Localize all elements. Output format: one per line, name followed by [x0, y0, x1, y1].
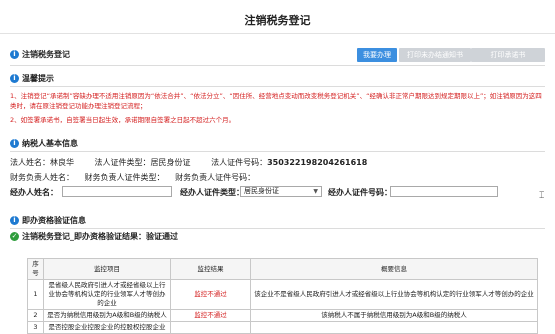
column-header: 概要信息: [250, 258, 538, 280]
summary-info: 该纳税人不属于纳税信用级别为A级和B级的纳税人: [250, 309, 538, 322]
check-circle-icon: ✓: [10, 232, 19, 241]
agent-name-label: 经办人姓名：: [10, 188, 58, 197]
monitor-result: [170, 321, 251, 334]
finance-id-no: 财务负责人证件号码：: [175, 173, 256, 182]
monitor-item: 是省级人民政府引进人才或经省级以上行业协会等机构认定的行业领军人才等创办的企业: [43, 279, 171, 310]
finance-name: 财务负责人姓名：: [10, 173, 74, 182]
column-header: 监控项目: [43, 258, 171, 280]
print-notice-button[interactable]: 打印未办结通知书: [399, 48, 471, 62]
legal-id-type: 法人证件类型：居民身份证: [94, 158, 191, 167]
column-header: 监控结果: [170, 258, 251, 280]
info-icon: i: [10, 139, 19, 148]
row-number: 3: [27, 321, 44, 334]
info-icon: i: [10, 74, 19, 83]
agent-id-type-value: 居民身份证: [244, 187, 279, 195]
verification-table: 序号 监控项目 监控结果 概要信息 1 是省级人民政府引进人才或经省级以上行业协…: [27, 258, 538, 334]
section-title: 即办资格验证信息: [22, 216, 86, 225]
table-row: 2 是否为纳税信用级别为A级和B级的纳税人 监控不通过 该纳税人不属于纳税信用级…: [27, 309, 538, 322]
legal-info-row: 法人姓名：林良华 法人证件类型：居民身份证 法人证件号码：35032219820…: [10, 157, 385, 168]
section-header-taxpayer: i 纳税人基本信息: [10, 138, 78, 149]
finance-id-type: 财务负责人证件类型：: [84, 173, 165, 182]
divider: [10, 151, 545, 152]
section-header-deregistration: i 注销税务登记: [10, 49, 70, 60]
section-header-verification: i 即办资格验证信息: [10, 215, 86, 226]
table-row: 1 是省级人民政府引进人才或经省级以上行业协会等机构认定的行业领军人才等创办的企…: [27, 279, 538, 310]
summary-info: 该企业不是省级人民政府引进人才或经省级以上行业协会等机构认定的行业领军人才等创办…: [250, 279, 538, 310]
info-icon: i: [10, 50, 19, 59]
section-header-tips: i 温馨提示: [10, 73, 54, 84]
table-header-row: 序号 监控项目 监控结果 概要信息: [27, 258, 538, 280]
table-row: 3 是否控股企业控股企业的控股权控股企业: [27, 321, 538, 334]
cursor-icon: ⌶: [539, 191, 545, 201]
chevron-down-icon: ▼: [313, 188, 318, 195]
row-number: 2: [27, 309, 44, 322]
monitor-result: 监控不通过: [170, 279, 251, 310]
info-icon: i: [10, 216, 19, 225]
monitor-result: 监控不通过: [170, 309, 251, 322]
agent-id-no-input[interactable]: [390, 186, 498, 197]
summary-info: [250, 321, 538, 334]
apply-button[interactable]: 我要办理: [357, 48, 397, 62]
agent-id-no-label: 经办人证件号码：: [328, 188, 392, 197]
page-title: 注销税务登记: [244, 14, 311, 27]
monitor-item: 是否控股企业控股企业的控股权控股企业: [43, 321, 171, 334]
column-header: 序号: [27, 258, 44, 280]
section-title: 注销税务登记: [22, 50, 70, 59]
verification-result: ✓ 注销税务登记_即办资格验证结果：验证通过: [10, 232, 178, 241]
section-title: 纳税人基本信息: [22, 139, 78, 148]
title-divider: [0, 33, 555, 34]
divider: [10, 228, 545, 229]
divider: [10, 86, 545, 87]
agent-id-type-label: 经办人证件类型：: [180, 188, 244, 197]
agent-id-type-select[interactable]: 居民身份证 ▼: [240, 186, 322, 197]
print-commitment-button[interactable]: 打印承诺书: [471, 48, 545, 62]
monitor-item: 是否为纳税信用级别为A级和B级的纳税人: [43, 309, 171, 322]
finance-info-row: 财务负责人姓名： 财务负责人证件类型： 财务负责人证件号码：: [10, 172, 273, 183]
divider: [10, 65, 545, 66]
legal-name: 法人姓名：林良华: [10, 158, 74, 167]
tip-line-2: 2、如签署承诺书，自签署当日起生效，承诺期限自签署之日起不超过六个月。: [10, 116, 236, 124]
legal-id-no: 法人证件号码：350322198204261618: [211, 158, 368, 167]
row-number: 1: [27, 279, 44, 310]
section-title: 温馨提示: [22, 74, 54, 83]
tip-line-1: 1、注销登记“承诺制”容缺办理不适用注销原因为“依法合并”、“依法分立”、“因住…: [10, 92, 542, 110]
agent-name-input[interactable]: [62, 186, 172, 197]
